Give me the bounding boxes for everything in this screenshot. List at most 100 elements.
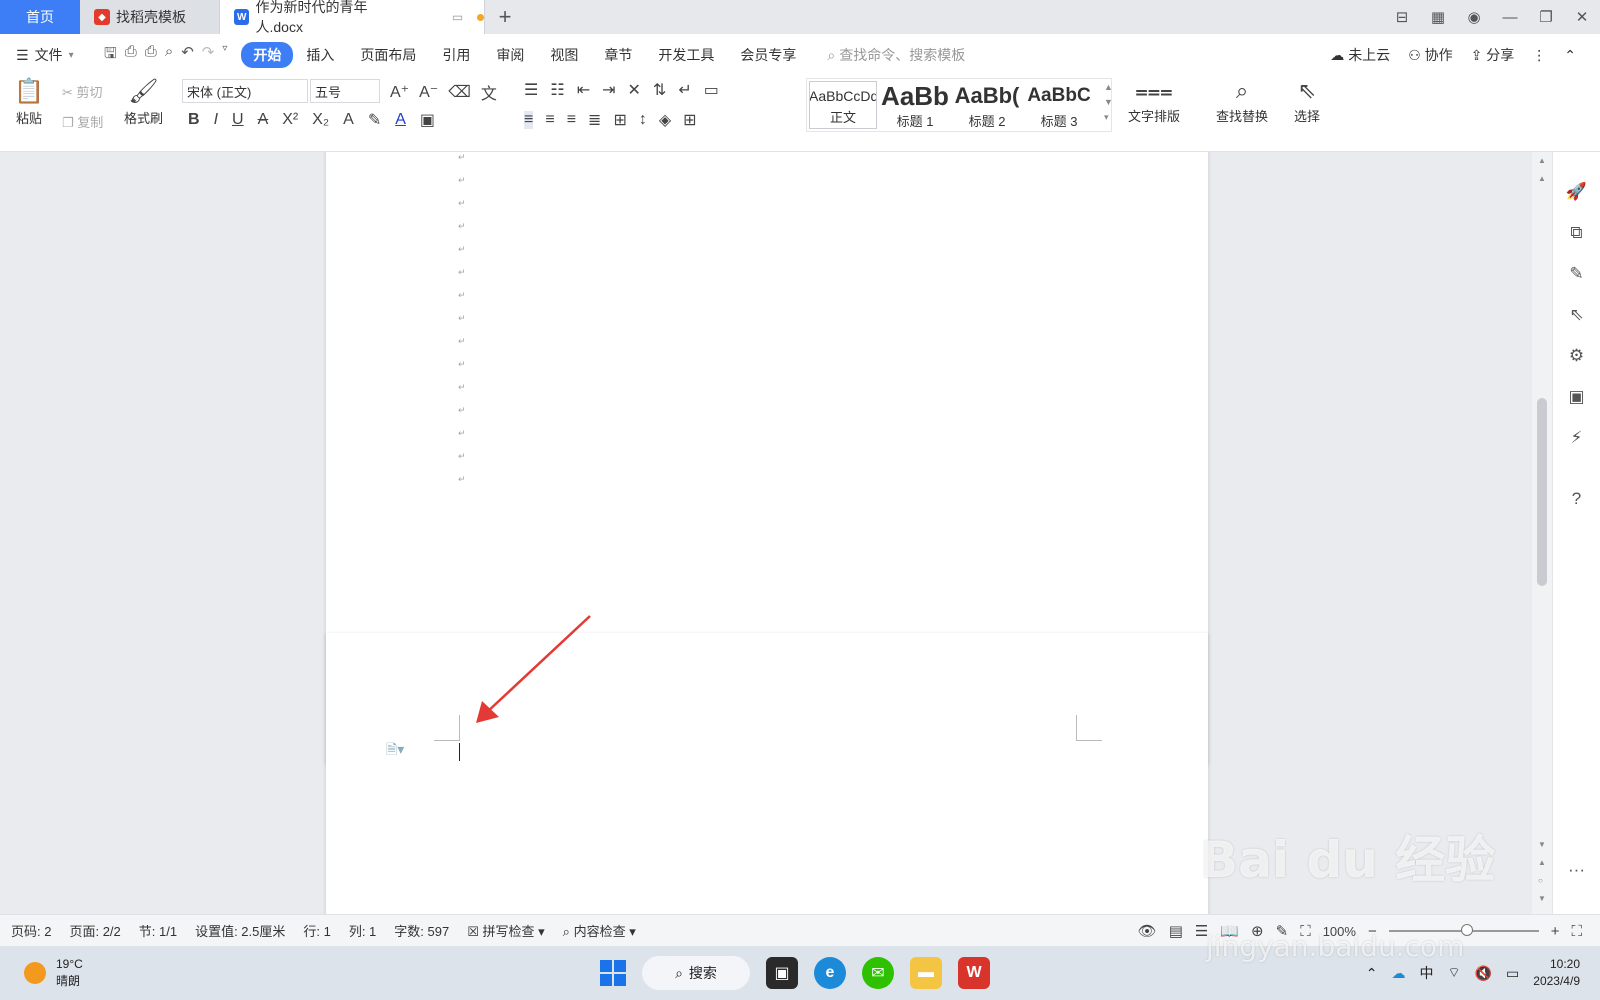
scroll-thumb[interactable] — [1537, 398, 1547, 586]
cloud-button[interactable]: ☁ 未上云 — [1330, 45, 1390, 65]
wifi-icon[interactable]: ⌔ — [1447, 964, 1460, 982]
outdent-icon[interactable]: ⇤ — [577, 80, 590, 100]
tab-layout[interactable]: 页面布局 — [347, 45, 429, 65]
weather-widget[interactable]: 19°C 晴朗 — [0, 956, 83, 990]
tab-references[interactable]: 引用 — [429, 45, 483, 65]
tab-start[interactable]: 开始 — [241, 42, 294, 68]
format-painter-button[interactable]: 🖌 格式刷 — [124, 80, 163, 127]
undo-icon[interactable]: ↶ — [181, 43, 194, 68]
distribute-icon[interactable]: ⊞ — [613, 110, 626, 130]
edge-icon[interactable]: e — [814, 957, 846, 989]
tab-view[interactable]: 视图 — [537, 45, 591, 65]
save-icon[interactable]: 🖫 — [104, 43, 117, 68]
tab-review[interactable]: 审阅 — [483, 45, 537, 65]
command-search[interactable]: ⌕ 查找命令、搜索模板 — [827, 45, 965, 65]
grid-icon[interactable]: ▦ — [1420, 8, 1456, 26]
font-size-select[interactable]: 五号 — [310, 79, 380, 103]
show-marks-icon[interactable]: ↵ — [678, 80, 691, 100]
vertical-scrollbar[interactable]: ▲ ▲ ▼ ▲ ○ ▼ — [1532, 152, 1552, 914]
file-menu[interactable]: ☰ 文件 ▾ — [0, 45, 96, 65]
task-view-icon[interactable]: ▣ — [766, 957, 798, 989]
shrink-font-icon[interactable]: A⁻ — [419, 82, 438, 102]
customize-icon[interactable]: ▿ — [222, 43, 227, 68]
ruler-icon[interactable]: ▭ — [704, 80, 719, 100]
align-center-icon[interactable]: ≡ — [545, 111, 554, 129]
bold-icon[interactable]: B — [188, 111, 200, 129]
clock[interactable]: 10:20 2023/4/9 — [1533, 956, 1580, 990]
superscript-icon[interactable]: X² — [282, 111, 298, 129]
preview-icon[interactable]: ⌕ — [165, 43, 173, 68]
scroll-up-icon[interactable]: ▲ — [1538, 174, 1546, 183]
clear-format-icon[interactable]: ⌫ — [448, 82, 471, 102]
collapse-ribbon-icon[interactable]: ⌃ — [1564, 47, 1576, 64]
fullscreen-icon[interactable]: ⛶ — [1571, 923, 1582, 940]
style-normal[interactable]: AaBbCcDd 正文 — [809, 81, 877, 129]
spell-check-button[interactable]: ☒ 拼写检查 ▾ — [467, 921, 544, 940]
highlight-icon[interactable]: ✎ — [368, 110, 381, 130]
indent-icon[interactable]: ⇥ — [602, 80, 615, 100]
scroll-down-icon[interactable]: ▼ — [1538, 840, 1546, 849]
numbered-list-icon[interactable]: ☷ — [550, 80, 564, 100]
document-workspace[interactable]: ↵ ↵ ↵ ↵ ↵ ↵ ↵ ↵ ↵ ↵ ↵ ↵ ↵ ↵ ↵ 🗎▾ — [0, 152, 1532, 914]
tab-home[interactable]: 首页 — [0, 0, 80, 34]
volume-icon[interactable]: 🔇 — [1475, 965, 1492, 982]
strikethrough-icon[interactable]: A — [258, 111, 269, 129]
paste-button[interactable]: 📋 粘贴 — [14, 80, 44, 127]
status-page-no[interactable]: 页码: 2 — [11, 921, 51, 940]
eye-icon[interactable]: 👁 — [1138, 922, 1157, 940]
text-effect-icon[interactable]: A — [343, 111, 354, 129]
find-replace-button[interactable]: ⌕ 查找替换 — [1216, 80, 1268, 125]
style-heading-3[interactable]: AaBbC 标题 3 — [1023, 79, 1095, 131]
wps-icon[interactable]: W — [958, 957, 990, 989]
taskbar-search[interactable]: ⌕ 搜索 — [642, 956, 750, 990]
italic-icon[interactable]: I — [214, 111, 218, 129]
pointer-icon[interactable]: ⇖ — [1569, 305, 1583, 325]
redo-icon[interactable]: ↷ — [202, 43, 215, 68]
tab-member[interactable]: 会员专享 — [727, 45, 809, 65]
more-icon[interactable]: ⋮ — [1532, 47, 1546, 64]
collab-button[interactable]: ⚇ 协作 — [1408, 45, 1452, 65]
page-nav-icon[interactable]: ○ — [1538, 876, 1543, 885]
copy-button[interactable]: ❐ 复制 — [62, 112, 103, 131]
tab-document[interactable]: W 作为新时代的青年人.docx ▭ — [220, 0, 485, 35]
restore-icon[interactable]: ❐ — [1528, 8, 1564, 26]
select-button[interactable]: ⇖ 选择 — [1294, 80, 1320, 125]
borders-icon[interactable]: ⊞ — [683, 110, 696, 130]
ime-indicator[interactable]: 中 — [1419, 963, 1433, 983]
lightning-icon[interactable]: ⚡ — [1571, 428, 1583, 448]
more-options-icon[interactable]: ··· — [1568, 860, 1585, 880]
avatar[interactable]: ◉ — [1456, 8, 1492, 26]
windows-logo-icon[interactable] — [600, 960, 626, 986]
tab-developer[interactable]: 开发工具 — [645, 45, 727, 65]
help-icon[interactable]: ? — [1572, 489, 1581, 509]
folder-icon[interactable]: ▬ — [910, 957, 942, 989]
style-heading-2[interactable]: AaBb( 标题 2 — [951, 79, 1023, 131]
scroll-top-icon[interactable]: ▲ — [1538, 156, 1546, 165]
content-check-button[interactable]: ⌕ 内容检查 ▾ — [563, 921, 636, 940]
tab-template[interactable]: ◆ 找稻壳模板 — [80, 0, 220, 34]
status-setting[interactable]: 设置值: 2.5厘米 — [195, 921, 285, 940]
align-right-icon[interactable]: ≡ — [567, 111, 576, 129]
share-button[interactable]: ⇪ 分享 — [1471, 45, 1515, 65]
tab-insert[interactable]: 插入 — [293, 45, 347, 65]
status-section[interactable]: 节: 1/1 — [139, 921, 177, 940]
cut-button[interactable]: ✂ 剪切 — [62, 82, 103, 101]
tray-chevron-icon[interactable]: ⌃ — [1366, 965, 1378, 982]
sort-icon[interactable]: ⇅ — [653, 80, 666, 100]
close-icon[interactable]: ✕ — [1564, 8, 1600, 26]
line-spacing-icon[interactable]: ↕ — [639, 111, 647, 129]
style-heading-1[interactable]: AaBb 标题 1 — [879, 79, 951, 131]
phonetic-icon[interactable]: 文 — [481, 80, 497, 104]
settings-sliders-icon[interactable]: ⚙ — [1569, 346, 1584, 366]
layout-icon[interactable]: ⊟ — [1384, 8, 1420, 26]
monitor-icon[interactable]: ▭ — [452, 10, 463, 24]
prev-page-icon[interactable]: ▲ — [1538, 858, 1546, 867]
minimize-icon[interactable]: — — [1492, 9, 1528, 26]
paragraph-layout-icon[interactable]: 🗎▾ — [386, 739, 404, 763]
align-left-icon[interactable]: ≡ — [524, 111, 534, 129]
zoom-in-icon[interactable]: + — [1551, 923, 1560, 940]
chinese-layout-icon[interactable]: ✕ — [628, 80, 641, 100]
font-name-select[interactable]: 宋体 (正文) — [182, 79, 308, 103]
reader-icon[interactable]: ⧉ — [1570, 223, 1582, 243]
justify-icon[interactable]: ≣ — [588, 110, 601, 130]
